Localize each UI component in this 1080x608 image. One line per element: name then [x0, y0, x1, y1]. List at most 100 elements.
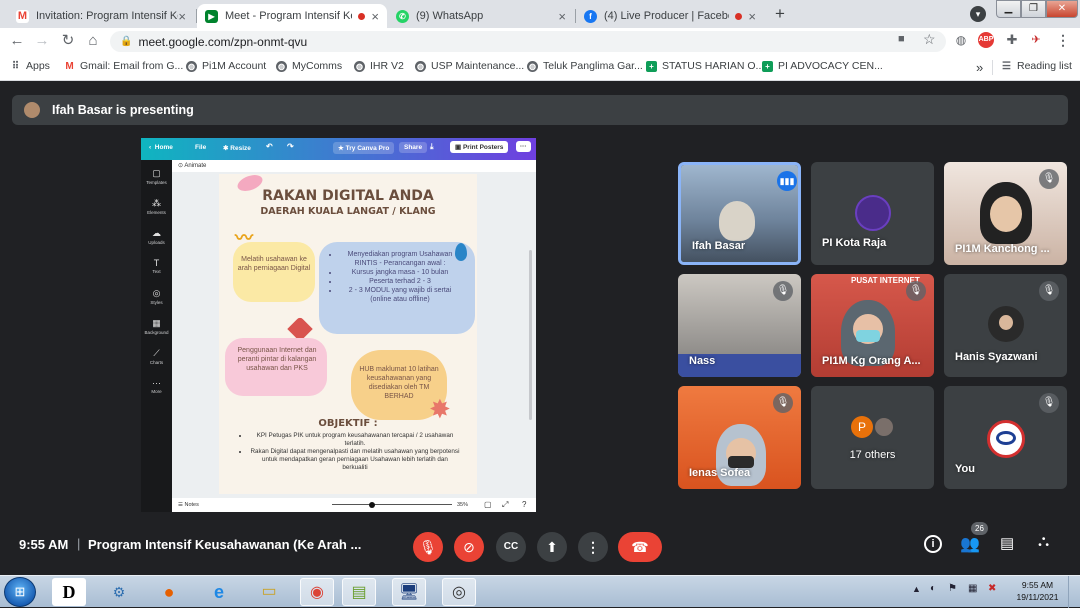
shared-screen: ‹ Home File ✱ Resize ↶ ↷ ★ Try Canva Pro… — [141, 138, 536, 512]
taskbar-clock[interactable]: 9:55 AM 19/11/2021 — [1010, 579, 1065, 603]
camera-off-icon: ⊘ — [463, 539, 475, 555]
start-button[interactable]: ⊞ — [4, 577, 36, 607]
taskbar-firefox-icon[interactable]: ● — [152, 578, 186, 606]
canva-print: ▣ Print Posters — [450, 141, 509, 153]
lock-icon: 🔒 — [120, 36, 133, 47]
close-tab-icon[interactable]: × — [558, 9, 566, 24]
menu-icon[interactable]: ⋮ — [1055, 32, 1071, 48]
extension-logo-icon[interactable]: ✈ — [1028, 32, 1044, 48]
tab-meet[interactable]: ▶ Meet - Program Intensif Keusa × — [197, 4, 387, 28]
participant-tile-others[interactable]: P 17 others — [811, 386, 934, 489]
home-icon[interactable]: ⌂ — [84, 32, 102, 50]
bookmark-pi-advocacy[interactable]: + PI ADVOCACY CEN... — [762, 60, 883, 72]
participant-tile-hanis[interactable]: 🎙 Hanis Syazwani — [944, 274, 1067, 377]
taskbar-monitor-icon[interactable]: 🖥 — [392, 578, 426, 606]
tab-gmail[interactable]: M Invitation: Program Intensif Keusa × — [8, 4, 194, 28]
tab-search-icon[interactable]: ▾ — [970, 6, 986, 22]
mic-toggle-button[interactable]: 🎙 — [413, 532, 443, 562]
tab-whatsapp[interactable]: ✆ (9) WhatsApp × — [388, 4, 574, 28]
meet-icon: ▶ — [205, 9, 218, 23]
back-icon[interactable]: ← — [8, 32, 26, 50]
taskbar-ie-icon[interactable]: e — [202, 578, 236, 606]
extensions-icon[interactable]: ✚ — [1004, 32, 1020, 48]
people-icon[interactable]: 👥 — [960, 534, 980, 554]
globe-extension-icon[interactable]: ◍ — [953, 32, 969, 48]
bookmark-teluk[interactable]: ◍ Teluk Panglima Gar... — [527, 60, 643, 72]
participant-tile-nass[interactable]: 🎙 Nass — [678, 274, 801, 377]
hang-up-icon: ☎ — [631, 539, 649, 555]
tray-security-icon[interactable]: ⚑ — [948, 583, 957, 594]
meet-control-bar: 9:55 AM | Program Intensif Keusahawanan … — [0, 521, 1080, 571]
taskbar-camera-icon[interactable]: ◎ — [442, 578, 476, 606]
captions-button[interactable]: CC — [496, 532, 526, 562]
leave-call-button[interactable]: ☎ — [618, 532, 662, 562]
reload-icon[interactable]: ↻ — [59, 32, 77, 50]
bookmark-status-harian[interactable]: + STATUS HARIAN O... — [646, 60, 764, 72]
canva-resize: ✱ Resize — [223, 145, 251, 152]
captions-icon: CC — [503, 541, 519, 552]
recording-icon — [358, 12, 366, 20]
show-desktop-button[interactable] — [1068, 576, 1080, 608]
reading-list[interactable]: ☰ Reading list — [1001, 60, 1072, 72]
reading-list-icon: ☰ — [1002, 60, 1011, 72]
taskbar-settings-icon[interactable]: ⚙ — [102, 578, 136, 606]
canva-templates: ▢ Templates — [146, 168, 167, 185]
bookmark-star-icon[interactable]: ☆ — [923, 31, 936, 48]
taskbar-app-icon[interactable]: ▤ — [342, 578, 376, 606]
mic-off-icon: 🎙 — [419, 539, 437, 555]
others-avatar — [873, 416, 895, 438]
close-tab-icon[interactable]: × — [371, 9, 379, 24]
poster-box3: Penggunaan Internet dan peranti pintar d… — [237, 347, 317, 372]
whatsapp-icon: ✆ — [396, 9, 409, 23]
windows-taskbar: ⊞ D ⚙ ● e ▭ ◉ ▤ 🖥 ◎ ▲ ◐ ⚑ ▦ ✖ 9:55 AM 19… — [0, 575, 1080, 608]
forward-icon[interactable]: → — [33, 32, 51, 50]
gmail-icon: M — [65, 60, 74, 72]
canva-styles: ◎ Styles — [150, 288, 163, 305]
taskbar-chrome-icon[interactable]: ◉ — [300, 578, 334, 606]
chat-icon[interactable]: ▤ — [1000, 534, 1014, 552]
sheets-icon: + — [762, 60, 773, 72]
taskbar-folder-icon[interactable]: ▭ — [252, 578, 286, 606]
activities-icon[interactable]: ⛬ — [1038, 533, 1049, 551]
canva-background: ▦ Background — [144, 318, 169, 335]
present-button[interactable]: ⬆ — [537, 532, 567, 562]
presenting-banner: Ifah Basar is presenting — [12, 95, 1068, 125]
more-options-button[interactable]: ⋮ — [578, 532, 608, 562]
participant-tile-you[interactable]: 🎙 You — [944, 386, 1067, 489]
canva-zoom: 35% — [457, 502, 469, 508]
bookmarks-overflow[interactable]: » — [976, 60, 983, 75]
bookmark-usp[interactable]: ◍ USP Maintenance... — [415, 60, 524, 72]
participant-tile-pi1m-kanchong[interactable]: 🎙 PI1M Kanchong ... — [944, 162, 1067, 265]
minimize-button[interactable]: ▁ — [996, 0, 1021, 18]
close-window-button[interactable]: ✕ — [1046, 0, 1078, 18]
new-tab-button[interactable]: + — [770, 4, 790, 24]
camera-icon[interactable]: ■ — [898, 33, 905, 45]
participant-tile-ifah-basar[interactable]: ▮▮▮ Ifah Basar — [678, 162, 801, 265]
gmail-icon: M — [16, 9, 29, 23]
camera-toggle-button[interactable]: ⊘ — [454, 532, 484, 562]
taskbar-app-d[interactable]: D — [52, 578, 86, 606]
canva-home: ‹ Home — [149, 144, 173, 151]
tray-volume-icon[interactable]: ◐ — [930, 583, 936, 594]
tray-network-icon[interactable]: ▦ — [968, 583, 977, 594]
address-bar[interactable]: 🔒 meet.google.com/zpn-onmt-qvu — [110, 31, 946, 52]
tray-alert-icon[interactable]: ✖ — [988, 583, 996, 594]
facebook-icon: f — [584, 9, 597, 23]
participant-tile-pi1m-kg-orang[interactable]: PUSAT INTERNET 🎙 PI1M Kg Orang A... — [811, 274, 934, 377]
close-tab-icon[interactable]: × — [178, 9, 186, 24]
participant-tile-ienas-sofea[interactable]: 🎙 Ienas Sofea — [678, 386, 801, 489]
meeting-details-icon[interactable]: i — [924, 535, 942, 553]
tray-chevron-icon[interactable]: ▲ — [912, 584, 921, 594]
bookmark-gmail[interactable]: M Gmail: Email from G... — [64, 60, 183, 72]
bookmark-ihr[interactable]: ◍ IHR V2 — [354, 60, 404, 72]
close-tab-icon[interactable]: × — [748, 9, 756, 24]
adblock-icon[interactable]: ABP — [978, 32, 994, 48]
participant-tile-pi-kota-raja[interactable]: PI Kota Raja — [811, 162, 934, 265]
divider: | — [77, 536, 81, 551]
bookmark-apps[interactable]: ⠿ Apps — [10, 60, 50, 72]
tab-facebook[interactable]: f (4) Live Producer | Facebook × — [576, 4, 764, 28]
restore-button[interactable]: ❐ — [1021, 0, 1046, 18]
present-icon: ⬆ — [546, 539, 558, 555]
bookmark-pi1m-account[interactable]: ◍ Pi1M Account — [186, 60, 266, 72]
bookmark-mycomms[interactable]: ◍ MyComms — [276, 60, 342, 72]
